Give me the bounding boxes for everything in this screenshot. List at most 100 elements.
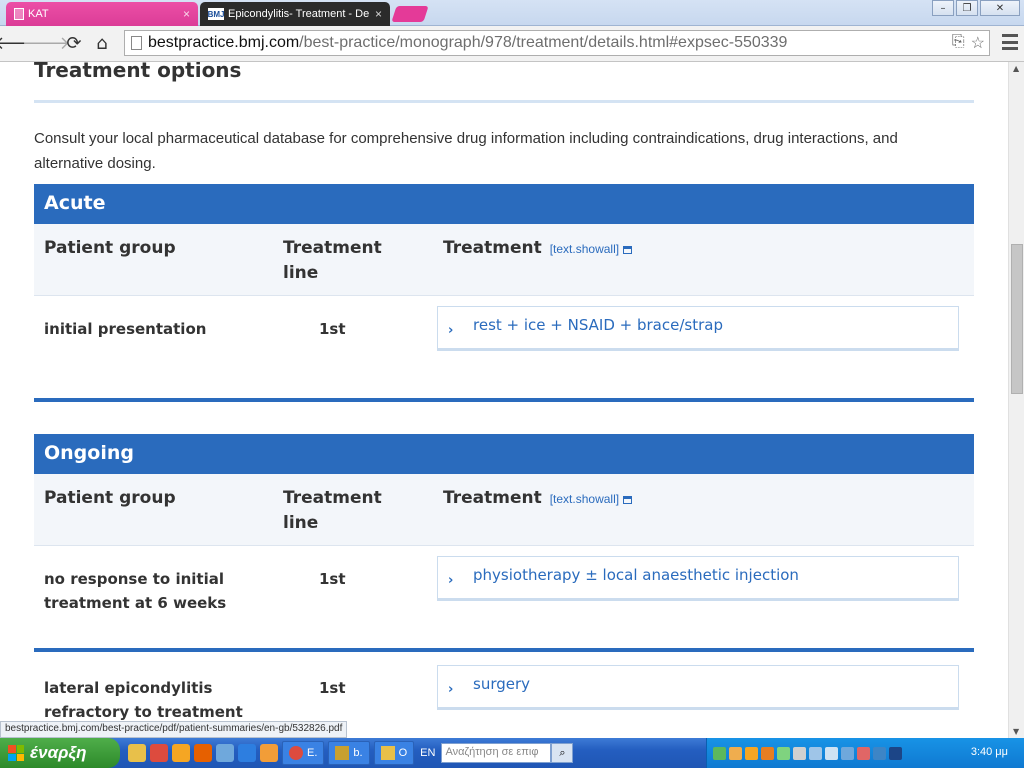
chrome-icon: [289, 746, 303, 760]
window-controls: – ❐ ✕: [932, 0, 1020, 16]
treatment-line: 1st: [319, 570, 346, 588]
tray-icon[interactable]: [841, 746, 854, 760]
column-headers: Patient group Treatment line Treatment […: [34, 474, 974, 546]
minimize-button[interactable]: –: [932, 0, 954, 16]
tray-icon[interactable]: [857, 746, 870, 760]
task-label: b.: [353, 747, 363, 759]
scroll-up-icon[interactable]: ▲: [1013, 64, 1019, 73]
patient-group: no response to initial treatment at 6 we…: [44, 570, 227, 612]
quick-launch: [120, 744, 278, 762]
expand-icon: [623, 495, 633, 504]
section-ongoing-header: Ongoing: [34, 434, 974, 474]
volume-icon[interactable]: [809, 746, 822, 760]
tab-kat[interactable]: ΚΑΤ ×: [6, 2, 198, 26]
tray-icon[interactable]: [873, 746, 886, 760]
tab-epicondylitis[interactable]: BMJ Epicondylitis- Treatment - De ×: [200, 2, 390, 26]
tray-icon[interactable]: [761, 746, 774, 760]
new-tab-button[interactable]: [391, 6, 429, 22]
task-label: O: [398, 747, 408, 759]
maximize-button[interactable]: ❐: [956, 0, 978, 16]
quicklaunch-icon[interactable]: [128, 744, 146, 762]
system-tray: 3:40 μμ: [706, 738, 1024, 768]
treatment-option[interactable]: › surgery: [437, 665, 959, 710]
menu-icon[interactable]: [1002, 34, 1018, 50]
quicklaunch-icon[interactable]: [172, 744, 190, 762]
ie-icon[interactable]: [238, 744, 256, 762]
browser-toolbar: 🡐 🡒 ⟳ ⌂ bestpractice.bmj.com/best-practi…: [0, 26, 1024, 62]
quicklaunch-icon[interactable]: [260, 744, 278, 762]
scrollbar-thumb[interactable]: [1011, 244, 1023, 394]
row-divider: [34, 648, 974, 652]
chevron-right-icon: ›: [448, 682, 454, 697]
tab-title: ΚΑΤ: [28, 8, 49, 20]
start-button[interactable]: έναρξη: [0, 738, 120, 768]
reload-icon[interactable]: ⟳: [60, 30, 88, 58]
page-icon: [131, 36, 142, 50]
home-icon[interactable]: ⌂: [88, 30, 116, 58]
folder-icon: [380, 746, 395, 760]
treatment-link[interactable]: rest + ice + NSAID + brace/strap: [473, 316, 723, 334]
divider: [34, 100, 974, 103]
patient-group: initial presentation: [44, 320, 207, 338]
tray-icon[interactable]: [745, 746, 758, 760]
document-icon: [14, 8, 24, 20]
url-host: bestpractice.bmj.com: [148, 34, 300, 51]
quicklaunch-icon[interactable]: [216, 744, 234, 762]
clock: 3:40 μμ: [970, 746, 1008, 758]
task-label: E.: [307, 747, 318, 759]
close-tab-icon[interactable]: ×: [375, 7, 382, 21]
scroll-down-icon[interactable]: ▼: [1013, 727, 1019, 736]
url-path: /best-practice/monograph/978/treatment/d…: [299, 34, 788, 51]
tray-icon[interactable]: [713, 746, 726, 760]
windows-flag-icon: [8, 745, 24, 761]
start-label: έναρξη: [30, 743, 87, 762]
section-acute-header: Acute: [34, 184, 974, 224]
bmj-logo-icon: BMJ: [207, 8, 225, 20]
expand-icon: [623, 245, 633, 254]
treatment-option[interactable]: › physiotherapy ± local anaesthetic inje…: [437, 556, 959, 601]
tray-icon[interactable]: [889, 746, 902, 760]
page-title: Treatment options: [34, 62, 242, 82]
firefox-icon[interactable]: [194, 744, 212, 762]
treatment-option[interactable]: › rest + ice + NSAID + brace/strap: [437, 306, 959, 351]
show-all-label: [text.showall]: [549, 492, 620, 506]
col-treatment-label: Treatment: [443, 238, 542, 258]
treatment-line: 1st: [319, 320, 346, 338]
col-patient-group: Patient group: [44, 488, 176, 508]
treatment-link[interactable]: physiotherapy ± local anaesthetic inject…: [473, 566, 799, 584]
translate-icon[interactable]: ⎘: [952, 33, 965, 53]
address-bar[interactable]: bestpractice.bmj.com/best-practice/monog…: [124, 30, 990, 56]
tab-strip: ΚΑΤ × BMJ Epicondylitis- Treatment - De …: [0, 0, 1024, 26]
treatment-link[interactable]: surgery: [473, 675, 530, 693]
tab-title: Epicondylitis- Treatment - De: [228, 8, 370, 20]
taskbar-item-chrome[interactable]: E.: [282, 741, 325, 765]
forward-icon[interactable]: 🡒: [22, 30, 70, 58]
tray-icon[interactable]: [825, 746, 838, 760]
chrome-icon[interactable]: [150, 744, 168, 762]
close-window-button[interactable]: ✕: [980, 0, 1020, 16]
tray-icon[interactable]: [729, 746, 742, 760]
page-viewport: Treatment options Consult your local pha…: [0, 62, 1008, 738]
vertical-scrollbar[interactable]: ▲ ▼: [1008, 62, 1024, 738]
close-tab-icon[interactable]: ×: [183, 7, 190, 21]
taskbar-search-input[interactable]: Αναζήτηση σε επιφ: [441, 743, 552, 763]
col-treatment: Treatment [text.showall]: [443, 486, 633, 512]
tray-icon[interactable]: [793, 746, 806, 760]
taskbar-item-o[interactable]: O: [373, 741, 415, 765]
taskbar-item-b[interactable]: b.: [328, 741, 370, 765]
windows-taskbar: έναρξη E. b. O EN Αναζήτηση σε επιφ ⌕ 3:…: [0, 738, 1024, 768]
show-all-label: [text.showall]: [549, 242, 620, 256]
chevron-right-icon: ›: [448, 323, 454, 338]
bookmark-star-icon[interactable]: ☆: [971, 33, 985, 53]
col-treatment-label: Treatment: [443, 488, 542, 508]
language-indicator[interactable]: EN: [420, 747, 435, 759]
section-divider: [34, 398, 974, 402]
intro-text: Consult your local pharmaceutical databa…: [34, 130, 898, 172]
search-icon[interactable]: ⌕: [551, 743, 574, 763]
tray-icon[interactable]: [777, 746, 790, 760]
col-treatment: Treatment [text.showall]: [443, 236, 633, 262]
show-all-link[interactable]: [text.showall]: [549, 487, 633, 512]
col-treatment-line: Treatment line: [283, 238, 382, 283]
chevron-right-icon: ›: [448, 573, 454, 588]
show-all-link[interactable]: [text.showall]: [549, 237, 633, 262]
